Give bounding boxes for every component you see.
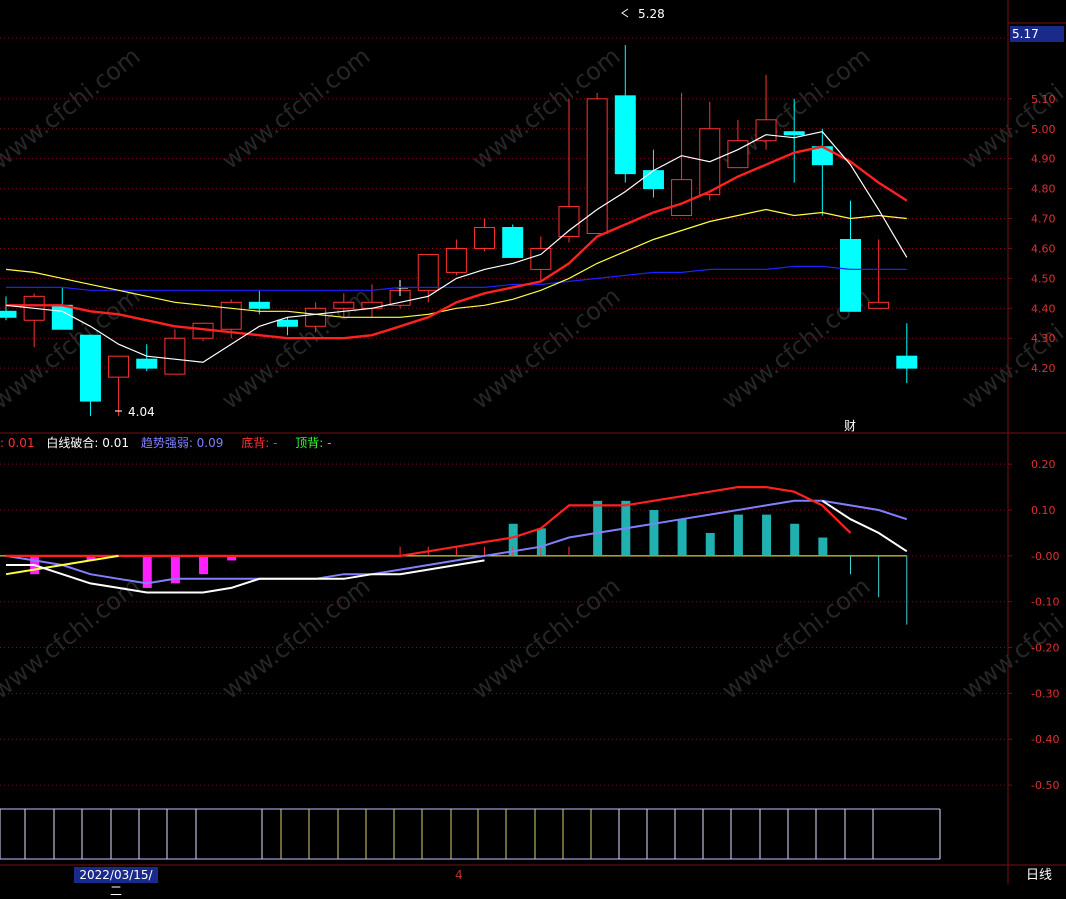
indicator-tick-label: -0.50 [1031, 779, 1059, 792]
candle-body-up [305, 307, 327, 327]
watermark-text: www.cfchi.com [216, 42, 375, 175]
candle-body-down [614, 95, 636, 175]
min-price-label: 4.04 [128, 405, 155, 419]
indicator-bar-positive [790, 523, 800, 556]
indicator-bar-positive [733, 514, 743, 556]
candle-body-down [79, 334, 101, 402]
candle-body-up [558, 206, 580, 237]
candle-body-up [671, 179, 693, 217]
watermark-text: www.cfchi.com [0, 282, 145, 415]
indicator-tick-label: 0.20 [1031, 458, 1056, 471]
candle-body-down [51, 304, 73, 330]
watermark-text: www.cfchi.com [0, 42, 145, 175]
candle-body-up [727, 140, 749, 169]
price-tick-label: 4.20 [1031, 362, 1056, 375]
candle-body-up [333, 301, 355, 309]
price-tick-label: 5.00 [1031, 123, 1056, 136]
indicator-tick-label: -0.40 [1031, 733, 1059, 746]
candle-body-up [164, 337, 186, 375]
watermark-text: www.cfchi.com [466, 572, 625, 705]
indicator-tick-label: -0.30 [1031, 687, 1059, 700]
price-tick-label: 4.60 [1031, 242, 1056, 255]
candle-body-up [108, 355, 130, 378]
watermark-text: www.cfchi.com [956, 572, 1066, 705]
finance-marker[interactable]: 财 [844, 419, 856, 433]
candle-body-down [0, 310, 17, 318]
watermark-text: www.cfchi.com [716, 572, 875, 705]
indicator-bar-positive [762, 514, 772, 556]
candle-body-down [502, 227, 524, 258]
indicator-tick-label: -0.00 [1031, 550, 1059, 563]
candle-body-up [586, 98, 608, 234]
candle-body-up [868, 301, 890, 309]
watermark-text: www.cfchi.com [466, 282, 625, 415]
indicator-bar-positive [705, 532, 715, 556]
date-cursor-label: 2022/03/15/二 [74, 867, 158, 898]
price-tick-label: 5.10 [1031, 93, 1056, 106]
candle-body-down [136, 358, 158, 369]
legend-item-signal: : 0.01 [0, 436, 35, 450]
indicator-bar-negative [199, 555, 209, 575]
indicator-tick-label: -0.20 [1031, 642, 1059, 655]
white-line [6, 559, 485, 594]
candle-body-down [248, 301, 270, 309]
candle-body-up [417, 253, 439, 291]
max-pointer [621, 8, 629, 18]
legend-item-bottom-divergence: 底背: - [241, 436, 278, 450]
candle-body-up [220, 301, 242, 330]
indicator-tick-label: -0.10 [1031, 596, 1059, 609]
candle-body-down [840, 238, 861, 312]
period-selector[interactable]: 日线 [1012, 867, 1066, 884]
price-tick-label: 4.40 [1031, 302, 1056, 315]
indicator-tick-label: 0.10 [1031, 504, 1056, 517]
price-tick-label: 4.70 [1031, 213, 1056, 226]
indicator-legend: : 0.01 白线破合: 0.01 趋势强弱: 0.09 底背: - 顶背: - [0, 434, 333, 450]
candle-body-up [530, 247, 552, 270]
indicator-series [0, 486, 908, 625]
indicator-bar-positive [677, 519, 687, 556]
candle-body-down [642, 170, 664, 190]
price-tick-label: 4.80 [1031, 183, 1056, 196]
volume-strip [0, 808, 941, 860]
watermark-text: www.cfchi.com [0, 572, 145, 705]
price-tick-label: 4.90 [1031, 153, 1056, 166]
price-tick-label: 4.50 [1031, 272, 1056, 285]
legend-item-top-divergence: 顶背: - [295, 436, 332, 450]
max-price-label: 5.28 [638, 7, 665, 21]
price-axis: 5.10 5.00 4.90 4.80 4.70 4.60 4.50 4.40 4.30 4.20… [1008, 93, 1059, 792]
indicator-bar-positive [593, 500, 603, 556]
watermark: www.cfchi.com www.cfchi.com www.cfchi.com w… [0, 42, 1066, 705]
price-tick-label: 4.30 [1031, 332, 1056, 345]
candle-body-down [896, 355, 918, 369]
legend-item-white-line: 白线破合: 0.01 [46, 436, 129, 450]
candle-body-down [783, 131, 805, 136]
watermark-text: www.cfchi.com [216, 572, 375, 705]
signal-line [6, 486, 852, 558]
trend-strength-line [5, 499, 908, 585]
period-marker: 4 [455, 868, 463, 882]
candle-body-up [445, 247, 467, 273]
candle-body-down [277, 319, 298, 327]
current-price-tag: 5.17 [1010, 26, 1064, 42]
candle-body-up [755, 119, 777, 142]
legend-item-trend: 趋势强弱: 0.09 [140, 436, 224, 450]
indicator-bar-positive [649, 510, 659, 556]
indicator-bar-positive [818, 537, 828, 556]
candle-body-up [474, 227, 496, 249]
